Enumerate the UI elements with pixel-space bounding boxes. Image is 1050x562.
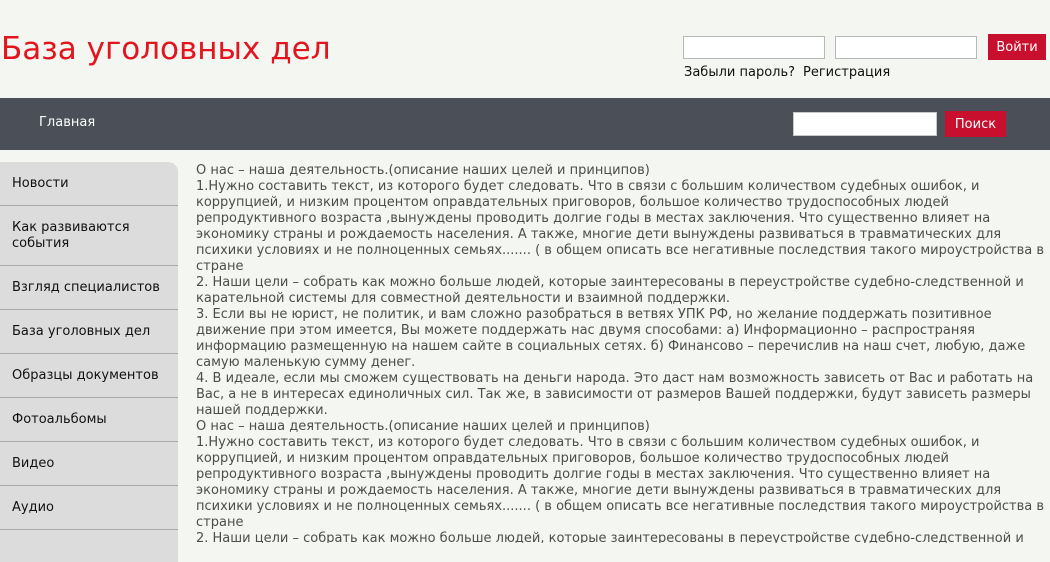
content-heading: О нас – наша деятельность.(описание наши… (196, 163, 650, 178)
sidebar-item-events[interactable]: Как развиваются события (0, 206, 178, 266)
content-paragraph: 3. Если вы не юрист, не политик, и вам с… (196, 307, 1026, 370)
sidebar-item-document-samples[interactable]: Образцы документов (0, 354, 178, 398)
sidebar-item-label: Новости (12, 175, 69, 191)
sidebar-item-label: Аудио (12, 499, 54, 515)
login-button[interactable]: Войти (988, 34, 1046, 60)
sidebar-item-label: Фотоальбомы (12, 411, 107, 427)
content-paragraph: 1.Нужно составить текст, из которого буд… (196, 179, 1045, 274)
forgot-password-link[interactable]: Забыли пароль? (684, 65, 795, 80)
content-paragraph: 2. Наши цели – собрать как можно больше … (196, 275, 1024, 306)
main-content: О нас – наша деятельность.(описание наши… (196, 163, 1046, 543)
sidebar-menu: Новости Как развиваются события Взгляд с… (0, 162, 178, 562)
register-link[interactable]: Регистрация (803, 65, 890, 80)
sidebar-item-photo-albums[interactable]: Фотоальбомы (0, 398, 178, 442)
sidebar-item-label: База уголовных дел (12, 323, 151, 339)
sidebar-item-label: Взгляд специалистов (12, 279, 160, 295)
login-field[interactable] (683, 36, 825, 59)
content-paragraph: 1.Нужно составить текст, из которого буд… (196, 435, 1045, 530)
sidebar-item-case-database[interactable]: База уголовных дел (0, 310, 178, 354)
sidebar-item-label: Как развиваются события (12, 219, 130, 251)
nav-home-link[interactable]: Главная (39, 115, 95, 130)
sidebar-item-video[interactable]: Видео (0, 442, 178, 486)
sidebar-item-label: Образцы документов (12, 367, 159, 383)
content-heading: О нас – наша деятельность.(описание наши… (196, 419, 650, 434)
sidebar-item-news[interactable]: Новости (0, 162, 178, 206)
sidebar-item-audio[interactable]: Аудио (0, 486, 178, 530)
sidebar-item-label: Видео (12, 455, 55, 471)
site-title[interactable]: База уголовных дел (1, 30, 331, 68)
password-field[interactable] (835, 36, 977, 59)
search-button[interactable]: Поиск (945, 111, 1006, 137)
site-header: База уголовных дел Войти Забыли пароль? … (0, 0, 1050, 98)
main-nav: Главная Поиск (0, 98, 1050, 150)
content-paragraph: 2. Наши цели – собрать как можно больше … (196, 531, 1024, 543)
search-input[interactable] (793, 112, 937, 136)
content-paragraph: 4. В идеале, если мы сможем существовать… (196, 371, 1034, 418)
sidebar-item-experts[interactable]: Взгляд специалистов (0, 266, 178, 310)
